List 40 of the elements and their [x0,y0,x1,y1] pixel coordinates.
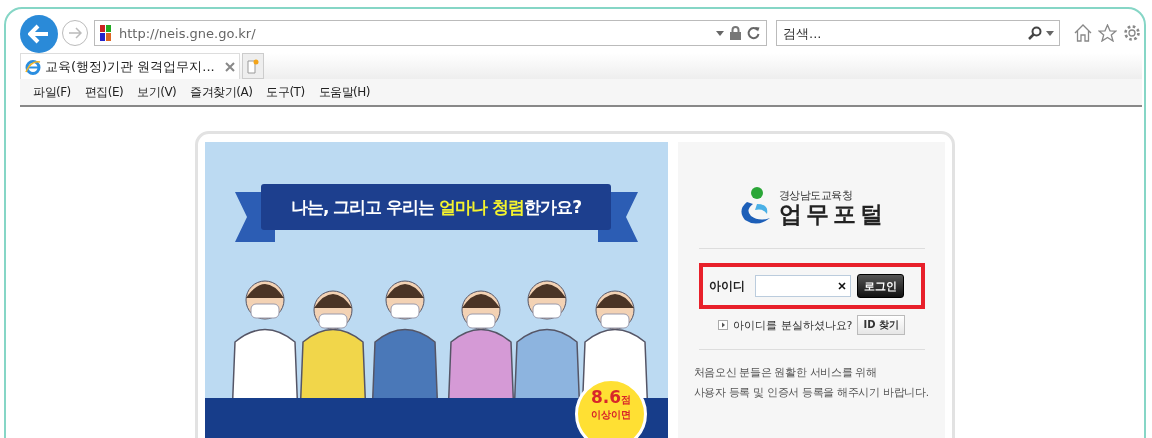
id-field[interactable] [754,275,851,297]
back-arrow-icon [28,24,50,44]
score-caption: 이상이면 [591,408,631,422]
notice-text: 사용자 등록 및 인증서 등록을 해주시기 바랍니다. [693,385,930,400]
back-button[interactable] [20,15,58,53]
settings-icon[interactable] [1123,24,1141,42]
forward-button[interactable] [62,20,88,46]
menu-item[interactable]: 즐겨찾기(A) [183,83,260,101]
menu-item[interactable]: 파일(F) [26,83,78,101]
search-field[interactable]: 검색... [776,20,1060,46]
menu-item[interactable]: 보기(V) [130,83,184,101]
notice-text: 처음오신 분들은 원활한 서비스를 위해 [693,365,878,380]
forgot-id-text: 아이디를 분실하셨나요? [733,317,853,333]
find-id-button[interactable]: ID 찾기 [857,315,905,335]
lock-icon [730,26,741,40]
refresh-icon[interactable] [747,26,760,40]
dropdown-icon[interactable] [716,30,724,36]
menu-item[interactable]: 도움말(H) [311,83,377,101]
clear-icon[interactable] [837,282,846,290]
banner-headline: 나는, 그리고 우리는 얼마나 청렴한가요? [261,184,611,230]
menu-item[interactable]: 도구(T) [259,83,312,101]
id-label: 아이디 [708,277,745,295]
login-button[interactable]: 로그인 [856,274,904,298]
page-icon [246,58,259,74]
close-icon[interactable] [224,61,235,72]
menu-item[interactable]: 편집(E) [77,83,131,101]
score-text: 8.6점 [590,389,632,406]
address-field[interactable]: http://neis.gne.go.kr/ [94,20,767,46]
tab-title: 교육(행정)기관 원격업무지... [45,57,215,76]
forward-arrow-icon [68,27,82,39]
org-name: 경상남도교육청 [778,188,853,203]
browser-logo-icon [25,58,41,75]
new-tab-button[interactable] [241,53,264,79]
site-logo-icon [99,24,113,42]
browser-tab[interactable]: 교육(행정)기관 원격업무지... [20,53,240,79]
home-icon[interactable] [1074,24,1092,42]
star-icon[interactable] [1098,24,1117,42]
portal-title: 업무포털 [778,203,887,226]
dropdown-icon[interactable] [1046,30,1054,36]
search-icon[interactable] [1028,26,1042,40]
